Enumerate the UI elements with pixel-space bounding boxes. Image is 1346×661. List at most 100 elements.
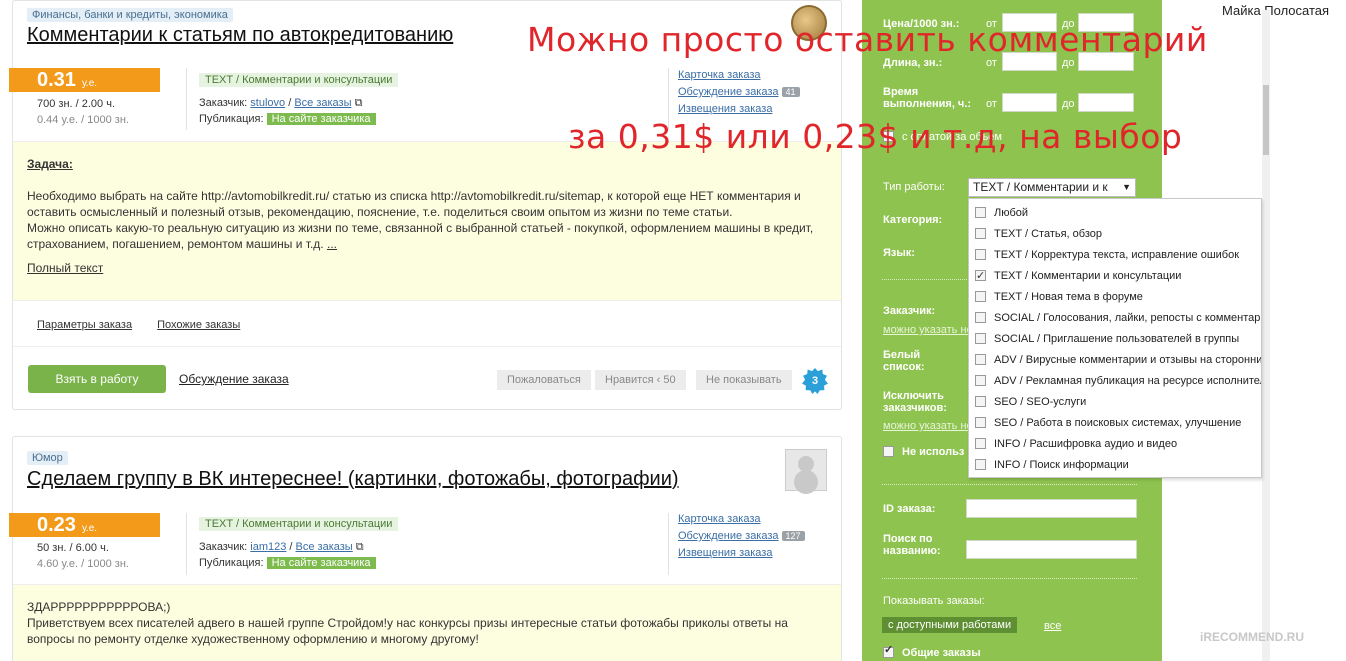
divider	[882, 578, 1137, 579]
complain-button[interactable]: Пожаловаться	[497, 370, 591, 390]
take-order-button[interactable]: Взять в работу	[28, 365, 166, 393]
work-type-option[interactable]: TEXT / Статья, обзор	[969, 224, 1261, 245]
order-notices-link[interactable]: Извещения заказа	[678, 547, 805, 564]
work-type-option-label[interactable]: SEO / SEO-услуги	[994, 396, 1086, 408]
work-type-option[interactable]: SOCIAL / Приглашение пользователей в гру…	[969, 329, 1261, 350]
work-type-option[interactable]: ADV / Вирусные комментарии и отзывы на с…	[969, 350, 1261, 371]
price-box: 0.31 у.е.	[9, 68, 160, 92]
work-type-dropdown[interactable]: Любой TEXT / Статья, обзор TEXT / Корректу…	[968, 198, 1262, 478]
more-link[interactable]: ...	[327, 237, 337, 251]
all-orders-link[interactable]: Все заказы	[296, 541, 353, 553]
work-type-option[interactable]: SOCIAL / Голосования, лайки, репосты с к…	[969, 308, 1261, 329]
common-orders-label: Общие заказы	[902, 647, 981, 659]
checkbox-icon[interactable]	[975, 396, 986, 407]
show-all-link[interactable]: все	[1044, 620, 1061, 632]
work-type-option-label[interactable]: TEXT / Комментарии и консультации	[994, 270, 1181, 282]
checkbox-icon[interactable]	[975, 459, 986, 470]
publication-pill: На сайте заказчика	[266, 113, 376, 125]
work-type-option-label[interactable]: ADV / Рекламная публикация на ресурсе ис…	[994, 375, 1261, 387]
not-use-label: Не использ	[902, 446, 965, 458]
order-card-link[interactable]: Карточка заказа	[678, 513, 805, 530]
exclude-hint-link[interactable]: можно указать не	[883, 420, 973, 432]
customer-label: Заказчик:	[199, 541, 248, 553]
work-type-select[interactable]: TEXT / Комментарии и к ▼	[968, 178, 1136, 197]
name-search-label: Поиск по названию:	[883, 533, 941, 557]
work-type-value[interactable]: TEXT / Комментарии и к	[973, 180, 1108, 194]
work-type-option[interactable]: INFO / Поиск информации	[969, 455, 1261, 476]
order-id-input[interactable]	[966, 499, 1137, 518]
discussion-label[interactable]: Обсуждение заказа	[678, 530, 779, 542]
divider	[13, 346, 841, 347]
checkbox-icon[interactable]	[975, 228, 986, 239]
checkbox-icon[interactable]	[975, 291, 986, 302]
work-type-option[interactable]: INFO / Расшифровка аудио и видео	[969, 434, 1261, 455]
time-to-input[interactable]	[1078, 93, 1134, 112]
work-type-option[interactable]: Любой	[969, 203, 1261, 224]
to-label: до	[1062, 98, 1075, 110]
not-use-checkbox[interactable]: Не использ	[883, 446, 964, 458]
customer-hint-link[interactable]: можно указать не	[883, 324, 973, 336]
work-type-option-label[interactable]: TEXT / Статья, обзор	[994, 228, 1102, 240]
work-type-option-label[interactable]: Любой	[994, 207, 1028, 219]
checkbox-icon[interactable]	[975, 312, 986, 323]
time-from-input[interactable]	[1002, 93, 1057, 112]
checkbox-icon[interactable]	[975, 249, 986, 260]
checkbox-icon[interactable]	[975, 207, 986, 218]
order-discussion-link[interactable]: Обсуждение заказа 127	[678, 530, 805, 547]
all-orders-link[interactable]: Все заказы	[294, 97, 351, 109]
work-type-option[interactable]: TEXT / Комментарии и консультации	[969, 266, 1261, 287]
work-type-option-label[interactable]: SOCIAL / Голосования, лайки, репосты с к…	[994, 312, 1261, 324]
checkbox-icon[interactable]	[975, 375, 986, 386]
work-type-label: Тип работы:	[883, 181, 945, 193]
name-search-input[interactable]	[966, 540, 1137, 559]
work-type-option-label[interactable]: SOCIAL / Приглашение пользователей в гру…	[994, 333, 1239, 345]
order-discussion-link[interactable]: Обсуждение заказа 41	[678, 86, 800, 103]
work-type-option-label[interactable]: TEXT / Корректура текста, исправление ош…	[994, 249, 1239, 261]
checkbox-icon[interactable]	[883, 643, 894, 658]
work-type-option-label[interactable]: TEXT / Новая тема в форуме	[994, 291, 1143, 303]
order-title[interactable]: Сделаем группу в ВК интереснее! (картинк…	[27, 468, 679, 491]
discussion-count: 127	[781, 531, 805, 541]
user-name[interactable]: Майка Полосатая	[1222, 3, 1329, 18]
checkbox-icon[interactable]	[883, 446, 894, 457]
work-type-option-label[interactable]: INFO / Поиск информации	[994, 459, 1129, 471]
common-orders-checkbox[interactable]: Общие заказы	[883, 643, 981, 659]
work-type-option-label[interactable]: SEO / Работа в поисковых системах, улучш…	[994, 417, 1241, 429]
work-type-option[interactable]: TEXT / Новая тема в форуме	[969, 287, 1261, 308]
work-type-option[interactable]: ADV / Рекламная публикация на ресурсе ис…	[969, 371, 1261, 392]
like-button[interactable]: Нравится ‹ 50	[595, 370, 686, 390]
work-type-option-label[interactable]: ADV / Вирусные комментарии и отзывы на с…	[994, 354, 1261, 366]
exclude-label: Исключить заказчиков:	[883, 390, 947, 414]
checkbox-icon[interactable]	[975, 354, 986, 365]
order-title[interactable]: Комментарии к статьям по автокредитовани…	[27, 24, 453, 47]
checkbox-icon[interactable]	[975, 333, 986, 344]
scrollbar-thumb[interactable]	[1263, 85, 1269, 155]
like-label[interactable]: Нравится	[605, 374, 654, 386]
checkbox-icon[interactable]	[975, 438, 986, 449]
checkbox-icon[interactable]	[975, 266, 986, 287]
discussion-link[interactable]: Обсуждение заказа	[179, 372, 289, 386]
task-text-2-body: Можно описать какую-то реальную ситуацию…	[27, 221, 814, 251]
category-badge[interactable]: Финансы, банки и кредиты, экономика	[27, 8, 233, 22]
customer-link[interactable]: stulovo	[250, 97, 285, 109]
order-card: Финансы, банки и кредиты, экономика Комм…	[9, 0, 842, 410]
discussion-label[interactable]: Обсуждение заказа	[678, 86, 779, 98]
params-link[interactable]: Параметры заказа	[37, 319, 132, 331]
work-type-option[interactable]: SEO / Работа в поисковых системах, улучш…	[969, 413, 1261, 434]
order-card-link[interactable]: Карточка заказа	[678, 69, 800, 86]
customer-avatar[interactable]	[785, 449, 827, 491]
order-links: Карточка заказа Обсуждение заказа 127 Изв…	[678, 513, 805, 564]
checkbox-icon[interactable]	[975, 417, 986, 428]
work-type-option-label[interactable]: INFO / Расшифровка аудио и видео	[994, 438, 1177, 450]
task-heading: Задача:	[27, 157, 73, 171]
hide-button[interactable]: Не показывать	[696, 370, 792, 390]
rating-badge[interactable]: 3	[802, 368, 828, 394]
customer-link[interactable]: iam123	[250, 541, 286, 553]
category-badge[interactable]: Юмор	[27, 451, 68, 465]
full-text-link[interactable]: Полный текст	[27, 261, 103, 275]
work-type-option[interactable]: SEO / SEO-услуги	[969, 392, 1261, 413]
work-type-option[interactable]: TEXT / Корректура текста, исправление ош…	[969, 245, 1261, 266]
similar-link[interactable]: Похожие заказы	[157, 319, 240, 331]
watermark: iRECOMMEND.RU	[1200, 630, 1304, 644]
show-available-toggle[interactable]: с доступными работами	[882, 617, 1018, 633]
